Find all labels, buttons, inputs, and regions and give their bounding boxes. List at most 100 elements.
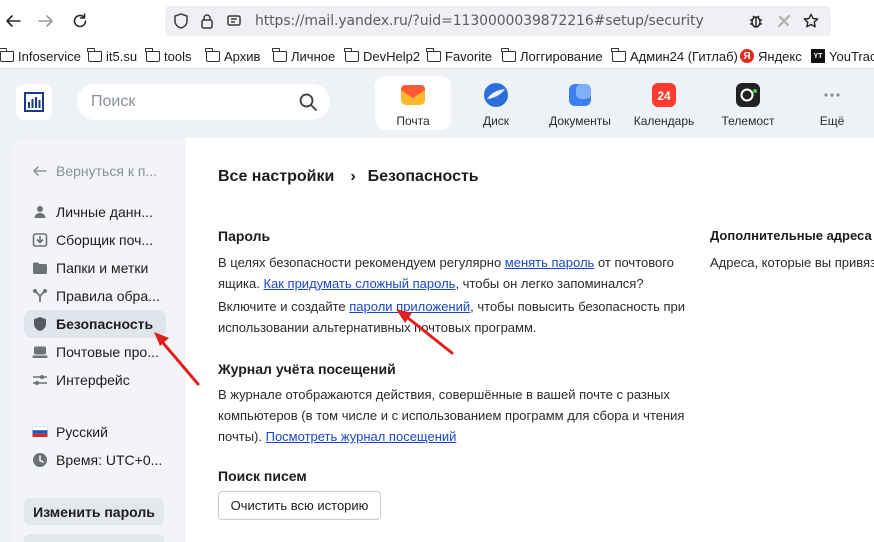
reload-icon[interactable] bbox=[67, 8, 93, 34]
folder-icon bbox=[611, 47, 626, 62]
bookmark-admin24[interactable]: Админ24 (Гитлаб) bbox=[611, 47, 738, 65]
service-label: Телемост bbox=[721, 114, 775, 128]
mail-programs-icon bbox=[32, 346, 48, 358]
sidebar-language[interactable]: Русский bbox=[24, 418, 166, 446]
service-mail[interactable]: Почта bbox=[375, 76, 451, 130]
shield-tracking-icon[interactable] bbox=[172, 12, 190, 30]
timezone-label: Время: UTC+0... bbox=[56, 452, 163, 468]
additional-addresses-text: Адреса, которые вы привяз bbox=[710, 255, 874, 270]
change-password-button[interactable]: Изменить пароль bbox=[24, 498, 164, 525]
sidebar-item-mail-programs[interactable]: Почтовые про... bbox=[24, 338, 166, 366]
folder-icon bbox=[33, 262, 47, 274]
page-info-icon[interactable] bbox=[225, 12, 243, 30]
bookmark-star-icon[interactable] bbox=[802, 12, 820, 30]
back-link-label: Вернуться к п... bbox=[56, 163, 158, 179]
bookmark-label: tools bbox=[164, 48, 192, 64]
url-text[interactable]: https://mail.yandex.ru/?uid=113000003987… bbox=[255, 13, 704, 29]
search-letters-section-title: Поиск писем bbox=[218, 468, 307, 484]
russia-flag-icon bbox=[32, 426, 48, 437]
bookmark-label: Логгирование bbox=[520, 48, 603, 64]
breadcrumb-all-settings[interactable]: Все настройки bbox=[218, 168, 334, 186]
clear-history-button[interactable]: Очистить всю историю bbox=[218, 491, 381, 520]
service-more[interactable]: Ещё bbox=[794, 76, 870, 130]
bookmark-youtrack[interactable]: YT YouTrack bbox=[811, 47, 874, 65]
settings-sidebar: Вернуться к п... Личные данн... Сборщик … bbox=[10, 138, 186, 542]
sidebar-item-personal-data[interactable]: Личные данн... bbox=[24, 198, 166, 226]
documents-icon bbox=[569, 84, 591, 106]
change-password-link[interactable]: менять пароль bbox=[505, 255, 595, 270]
sidebar-item-security[interactable]: Безопасность bbox=[24, 310, 166, 338]
bookmark-tools[interactable]: tools bbox=[145, 47, 192, 65]
service-disk[interactable]: Диск bbox=[458, 76, 534, 130]
address-bar[interactable]: https://mail.yandex.ru/?uid=113000003987… bbox=[165, 6, 831, 36]
calendar-day-number: 24 bbox=[657, 89, 671, 103]
search-input[interactable]: Поиск bbox=[77, 84, 330, 120]
sidebar-timezone[interactable]: Время: UTC+0... bbox=[24, 446, 166, 474]
bookmark-personal[interactable]: Личное bbox=[272, 47, 335, 65]
back-to-mail-link[interactable]: Вернуться к п... bbox=[32, 163, 157, 179]
password-paragraph-2: Включите и создайте пароли приложений, ч… bbox=[218, 296, 688, 338]
bookmark-label: Архив bbox=[224, 48, 261, 64]
view-journal-link[interactable]: Посмотреть журнал посещений bbox=[266, 429, 457, 444]
bookmark-archive[interactable]: Архив bbox=[205, 47, 261, 65]
bookmark-favorite[interactable]: Favorite bbox=[426, 47, 492, 65]
shield-icon bbox=[34, 317, 46, 331]
bookmark-label: YouTrack bbox=[829, 48, 874, 64]
password-section-title: Пароль bbox=[218, 228, 271, 244]
folder-icon bbox=[344, 47, 359, 62]
bookmark-it5[interactable]: it5.su bbox=[87, 47, 137, 65]
app-passwords-link[interactable]: пароли приложений bbox=[349, 299, 470, 314]
service-calendar[interactable]: 24 Календарь bbox=[626, 76, 702, 130]
sidebar-item-collector[interactable]: Сборщик поч... bbox=[24, 226, 166, 254]
additional-addresses-title: Дополнительные адреса bbox=[710, 228, 872, 243]
bookmark-label: Infoservice bbox=[18, 48, 81, 64]
disk-icon bbox=[484, 83, 508, 107]
folder-icon bbox=[145, 47, 160, 62]
bookmark-label: Яндекс bbox=[758, 48, 802, 64]
breadcrumb-separator: › bbox=[350, 168, 356, 185]
language-label: Русский bbox=[56, 424, 108, 440]
sidebar-item-label: Безопасность bbox=[56, 316, 154, 332]
folder-icon bbox=[0, 47, 14, 62]
youtrack-icon: YT bbox=[811, 49, 825, 63]
service-telemost[interactable]: Телемост bbox=[710, 76, 786, 130]
telemost-camera-icon bbox=[736, 83, 760, 107]
rules-icon bbox=[33, 289, 47, 302]
bookmark-infoservice[interactable]: Infoservice bbox=[0, 47, 81, 65]
search-icon[interactable] bbox=[298, 92, 318, 112]
person-icon bbox=[34, 206, 46, 218]
sliders-icon bbox=[33, 375, 47, 385]
bookmark-label: Favorite bbox=[445, 48, 492, 64]
bookmark-logging[interactable]: Логгирование bbox=[501, 47, 603, 65]
bug-extension-icon[interactable] bbox=[747, 12, 765, 30]
service-documents[interactable]: Документы bbox=[542, 76, 618, 130]
app-header: Поиск Почта Диск Документы 24 Календарь … bbox=[0, 70, 874, 138]
sidebar-item-label: Правила обра... bbox=[56, 288, 160, 304]
strong-password-tips-link[interactable]: Как придумать сложный пароль bbox=[263, 276, 455, 291]
sidebar-item-label: Личные данн... bbox=[56, 204, 153, 220]
service-label: Календарь bbox=[633, 114, 695, 128]
sidebar-item-label: Сборщик поч... bbox=[56, 232, 154, 248]
mail-logo-button[interactable] bbox=[16, 84, 52, 120]
sidebar-item-interface[interactable]: Интерфейс bbox=[24, 366, 166, 394]
folder-icon bbox=[87, 47, 102, 62]
bookmarks-bar: Infoservice it5.su tools Архив Личное De… bbox=[0, 43, 874, 69]
sidebar-next-button[interactable] bbox=[24, 534, 164, 542]
extension-puzzle-icon[interactable] bbox=[775, 12, 793, 30]
password-paragraph-1: В целях безопасности рекомендуем регуляр… bbox=[218, 252, 688, 294]
back-arrow-icon[interactable] bbox=[0, 8, 26, 34]
folder-icon bbox=[272, 47, 287, 62]
bookmark-devhelp[interactable]: DevHelp2 bbox=[344, 47, 420, 65]
journal-section-title: Журнал учёта посещений bbox=[218, 361, 396, 377]
service-label: Документы bbox=[549, 114, 611, 128]
sidebar-item-rules[interactable]: Правила обра... bbox=[24, 282, 166, 310]
more-dots-icon bbox=[824, 93, 840, 97]
calendar-icon: 24 bbox=[652, 83, 676, 107]
forward-arrow-icon[interactable] bbox=[33, 8, 59, 34]
arrow-left-icon bbox=[33, 166, 47, 176]
text-segment: В целях безопасности рекомендуем регуляр… bbox=[218, 255, 505, 270]
bookmark-yandex[interactable]: Я Яндекс bbox=[740, 47, 802, 65]
lock-icon[interactable] bbox=[198, 12, 216, 30]
text-segment: Включите и создайте bbox=[218, 299, 350, 314]
sidebar-item-folders[interactable]: Папки и метки bbox=[24, 254, 166, 282]
